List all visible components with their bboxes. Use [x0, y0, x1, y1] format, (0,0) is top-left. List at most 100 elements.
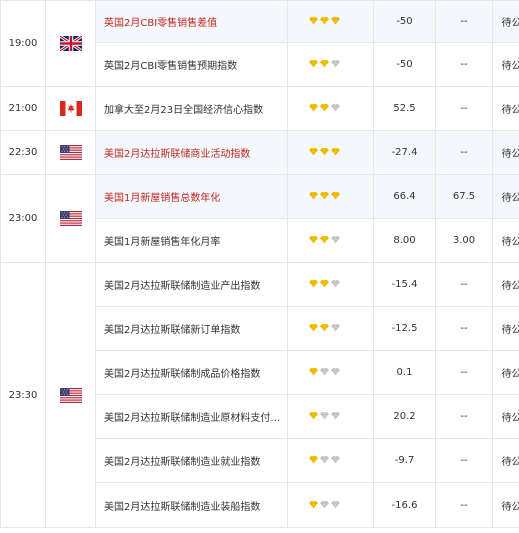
canada-flag-icon: [59, 101, 82, 116]
event-name[interactable]: 美国2月达拉斯联储制成品价格指数: [104, 369, 260, 380]
actual-value: 待公布: [492, 86, 519, 131]
gold-diamond-icon: [320, 279, 329, 288]
previous-value: 66.4: [373, 174, 436, 219]
event-name[interactable]: 美国2月达拉斯联储制造业就业指数: [104, 457, 260, 468]
actual-value: 待公布: [492, 262, 519, 307]
event-name[interactable]: 美国2月达拉斯联储新订单指数: [104, 325, 240, 336]
event-name[interactable]: 美国1月新屋销售总数年化: [104, 193, 220, 204]
gray-diamond-icon: [331, 323, 340, 332]
event-name[interactable]: 美国2月达拉斯联储制造业原材料支付价...: [104, 413, 287, 424]
event-name[interactable]: 加拿大至2月23日全国经济信心指数: [104, 105, 263, 116]
country-flag-cell: [45, 262, 96, 528]
event-name-cell[interactable]: 美国2月达拉斯联储制造业就业指数: [95, 438, 288, 483]
actual-value: 待公布: [492, 0, 519, 43]
forecast-value: --: [435, 130, 493, 175]
event-name-cell[interactable]: 加拿大至2月23日全国经济信心指数: [95, 86, 288, 131]
country-flag-cell: [45, 174, 96, 263]
forecast-value: 67.5: [435, 174, 493, 219]
event-name[interactable]: 美国2月达拉斯联储制造业装船指数: [104, 502, 260, 513]
event-name[interactable]: 英国2月CBI零售销售预期指数: [104, 61, 237, 72]
importance-rating: [287, 218, 374, 263]
event-time: 21:00: [0, 86, 46, 131]
gold-diamond-icon: [320, 103, 329, 112]
previous-value: -50: [373, 42, 436, 87]
country-flag-cell: [45, 130, 96, 175]
forecast-value: --: [435, 482, 493, 528]
actual-value: 待公布: [492, 438, 519, 483]
event-name-cell[interactable]: 美国2月达拉斯联储制造业原材料支付价...: [95, 394, 288, 439]
gold-diamond-icon: [309, 147, 318, 156]
gold-diamond-icon: [309, 235, 318, 244]
gold-diamond-icon: [331, 147, 340, 156]
event-name[interactable]: 美国2月达拉斯联储制造业产出指数: [104, 281, 260, 292]
actual-value: 待公布: [492, 174, 519, 219]
event-time: 22:30: [0, 130, 46, 175]
event-time: 23:00: [0, 174, 46, 263]
forecast-value: 3.00: [435, 218, 493, 263]
event-name-cell[interactable]: 英国2月CBI零售销售差值: [95, 0, 288, 43]
event-row[interactable]: 19:00 英国2月CBI零售销售差值 -50--待公布: [0, 0, 519, 87]
previous-value: 0.1: [373, 350, 436, 395]
country-flag-cell: [45, 0, 96, 87]
event-name[interactable]: 英国2月CBI零售销售差值: [104, 18, 217, 29]
importance-rating: [287, 438, 374, 483]
previous-value: -16.6: [373, 482, 436, 528]
importance-rating: [287, 262, 374, 307]
gold-diamond-icon: [309, 59, 318, 68]
previous-value: 20.2: [373, 394, 436, 439]
gold-diamond-icon: [331, 191, 340, 200]
gray-diamond-icon: [320, 411, 329, 420]
importance-rating: [287, 0, 374, 43]
gray-diamond-icon: [320, 367, 329, 376]
event-name-cell[interactable]: 美国2月达拉斯联储商业活动指数: [95, 130, 288, 175]
gold-diamond-icon: [320, 323, 329, 332]
event-row[interactable]: 23:00 美国1月新屋销售总数年化 66.467.5待公布: [0, 174, 519, 263]
event-name-cell[interactable]: 英国2月CBI零售销售预期指数: [95, 42, 288, 87]
event-name-cell[interactable]: 美国2月达拉斯联储制造业产出指数: [95, 262, 288, 307]
event-name-cell[interactable]: 美国1月新屋销售总数年化: [95, 174, 288, 219]
gold-diamond-icon: [309, 103, 318, 112]
gold-diamond-icon: [320, 59, 329, 68]
gray-diamond-icon: [331, 411, 340, 420]
actual-value: 待公布: [492, 306, 519, 351]
forecast-value: --: [435, 42, 493, 87]
us-flag-icon: [59, 145, 82, 160]
event-row[interactable]: 21:00 加拿大至2月23日全国经济信心指数 52.5--待公布: [0, 86, 519, 131]
gold-diamond-icon: [320, 16, 329, 25]
importance-rating: [287, 306, 374, 351]
importance-rating: [287, 42, 374, 87]
previous-value: -12.5: [373, 306, 436, 351]
event-name-cell[interactable]: 美国1月新屋销售年化月率: [95, 218, 288, 263]
event-name-cell[interactable]: 美国2月达拉斯联储新订单指数: [95, 306, 288, 351]
importance-rating: [287, 394, 374, 439]
event-row[interactable]: 23:30 美国2月达拉斯联储制造业产出指数 -15.4--待公布: [0, 262, 519, 528]
gold-diamond-icon: [309, 367, 318, 376]
forecast-value: --: [435, 0, 493, 43]
previous-value: -9.7: [373, 438, 436, 483]
event-name-cell[interactable]: 美国2月达拉斯联储制造业装船指数: [95, 482, 288, 528]
actual-value: 待公布: [492, 42, 519, 87]
gold-diamond-icon: [320, 147, 329, 156]
us-flag-icon: [59, 211, 82, 226]
country-flag-cell: [45, 86, 96, 131]
forecast-value: --: [435, 262, 493, 307]
previous-value: 52.5: [373, 86, 436, 131]
gray-diamond-icon: [331, 500, 340, 509]
gold-diamond-icon: [309, 455, 318, 464]
forecast-value: --: [435, 350, 493, 395]
event-name[interactable]: 美国1月新屋销售年化月率: [104, 237, 220, 248]
gold-diamond-icon: [331, 16, 340, 25]
actual-value: 待公布: [492, 482, 519, 528]
event-name[interactable]: 美国2月达拉斯联储商业活动指数: [104, 149, 250, 160]
gray-diamond-icon: [331, 59, 340, 68]
actual-value: 待公布: [492, 130, 519, 175]
gray-diamond-icon: [331, 279, 340, 288]
importance-rating: [287, 174, 374, 219]
us-flag-icon: [59, 387, 82, 403]
importance-rating: [287, 86, 374, 131]
event-name-cell[interactable]: 美国2月达拉斯联储制成品价格指数: [95, 350, 288, 395]
uk-flag-icon: [58, 34, 83, 53]
gold-diamond-icon: [309, 500, 318, 509]
event-row[interactable]: 22:30 美国2月达拉斯联储商业活动指数 -27.4--待公布: [0, 130, 519, 175]
actual-value: 待公布: [492, 218, 519, 263]
